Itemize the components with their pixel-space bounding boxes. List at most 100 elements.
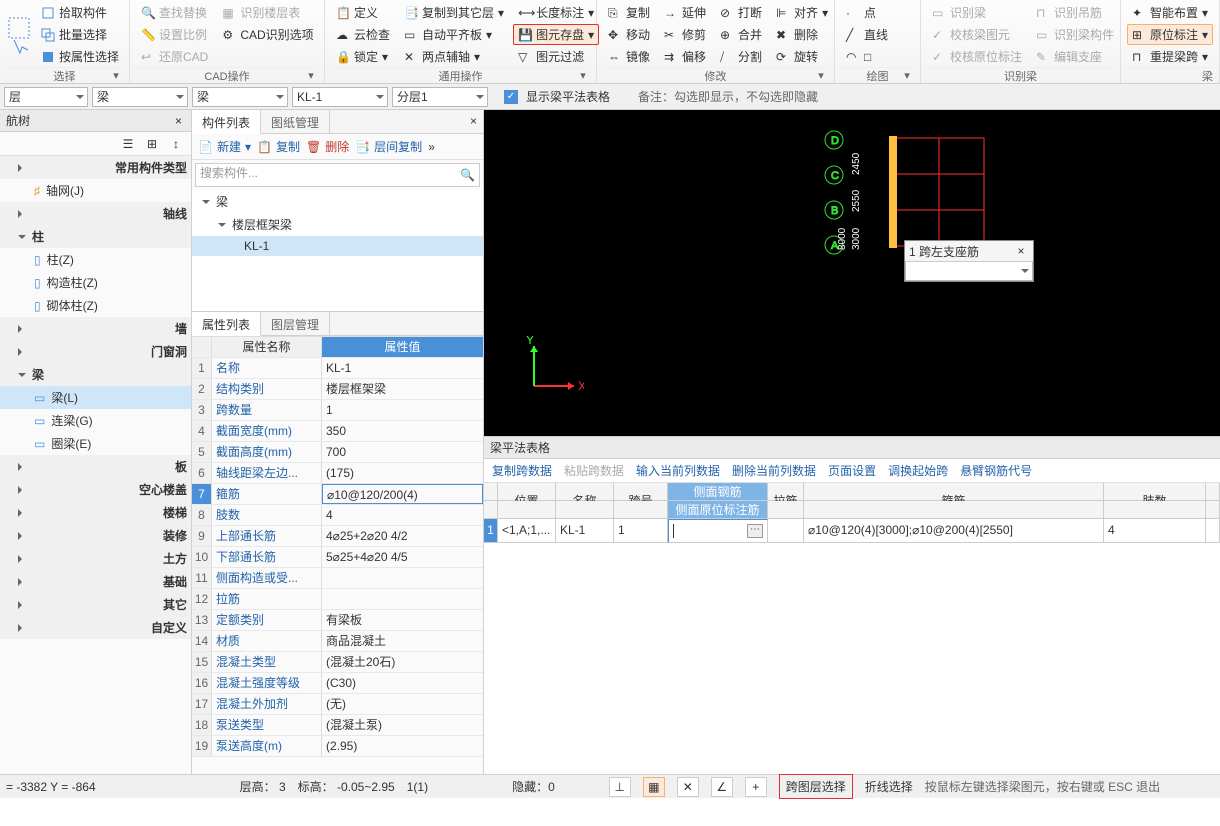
search-icon[interactable]: 🔍 <box>460 168 475 182</box>
re-lift-span[interactable]: ⊓重提梁跨 ▾ <box>1127 46 1213 67</box>
bt-adj[interactable]: 调换起始跨 <box>888 462 948 479</box>
cross-icon[interactable]: ✕ <box>677 777 699 797</box>
auto-flat[interactable]: ▭自动平齐板 ▾ <box>399 24 509 45</box>
attr-select[interactable]: 按属性选择 <box>36 46 124 67</box>
edit-support[interactable]: ✎编辑支座 <box>1031 46 1119 67</box>
combo-type[interactable]: 梁 <box>192 87 288 107</box>
nav-beam[interactable]: 梁 <box>0 363 191 386</box>
length-dim[interactable]: ⟷长度标注 ▾ <box>513 2 599 23</box>
two-point-axis[interactable]: ✕两点辅轴 ▾ <box>399 46 509 67</box>
draw-line[interactable]: ╱直线 <box>841 24 893 45</box>
ellipsis-button[interactable]: ⋯ <box>747 524 763 538</box>
prop-row[interactable]: 16混凝土强度等级(C30) <box>192 673 483 694</box>
prop-row[interactable]: 11侧面构造或受... <box>192 568 483 589</box>
ident-hoist[interactable]: ⊓识别吊筋 <box>1031 2 1119 23</box>
ident-beam-comp[interactable]: ▭识别梁构件 <box>1031 24 1119 45</box>
prop-row[interactable]: 18泵送类型(混凝土泵) <box>192 715 483 736</box>
nav-hollow[interactable]: 空心楼盖 <box>0 478 191 501</box>
restore-cad[interactable]: ↩还原CAD <box>136 46 213 67</box>
new-button[interactable]: 📄 新建 ▾ <box>198 138 251 155</box>
close-icon[interactable]: × <box>464 110 483 133</box>
bt-paste[interactable]: 粘贴跨数据 <box>564 462 624 479</box>
plus-icon[interactable]: + <box>745 777 767 797</box>
align[interactable]: ⊫对齐 ▾ <box>771 2 833 23</box>
nav-grid[interactable]: ♯轴网(J) <box>0 179 191 202</box>
define[interactable]: 📋定义 <box>331 2 395 23</box>
floor-copy-button[interactable]: 📑 层间复制 <box>355 138 422 155</box>
filter-element[interactable]: ▽图元过滤 <box>513 46 599 67</box>
popup-combo[interactable] <box>905 261 1033 281</box>
comp-item[interactable]: KL-1 <box>192 236 483 256</box>
viewport[interactable]: XY D C B A 3000 2550 2450 8000 <box>484 110 1220 436</box>
cloud-check[interactable]: ☁云检查 <box>331 24 395 45</box>
nav-beam-lg[interactable]: ▭连梁(G) <box>0 409 191 432</box>
check-beam-elem[interactable]: ✓校核梁图元 <box>927 24 1027 45</box>
editing-cell[interactable]: ⋯ <box>668 519 768 543</box>
prop-row[interactable]: 3跨数量1 <box>192 400 483 421</box>
tab-prop-list[interactable]: 属性列表 <box>192 312 261 336</box>
nav-col-qz[interactable]: ▯砌体柱(Z) <box>0 294 191 317</box>
prop-row[interactable]: 17混凝土外加剂(无) <box>192 694 483 715</box>
nav-common[interactable]: 常用构件类型 <box>0 156 191 179</box>
prop-row[interactable]: 6轴线距梁左边...(175) <box>192 463 483 484</box>
tree-view-icon[interactable]: ⊞ <box>141 134 163 154</box>
nav-earth[interactable]: 土方 <box>0 547 191 570</box>
offset[interactable]: ⇉偏移 <box>659 46 711 67</box>
prop-row[interactable]: 12拉筋 <box>192 589 483 610</box>
nav-axis[interactable]: 轴线 <box>0 202 191 225</box>
prop-row[interactable]: 19泵送高度(m)(2.95) <box>192 736 483 757</box>
copy[interactable]: ⎘复制 <box>603 2 655 23</box>
bt-code[interactable]: 悬臂钢筋代号 <box>960 462 1032 479</box>
draw-arc[interactable]: ◠□ <box>841 46 893 67</box>
nav-col-gz[interactable]: ▯构造柱(Z) <box>0 271 191 294</box>
prop-row[interactable]: 7箍筋⌀10@120/200(4) <box>192 484 483 505</box>
combo-component[interactable]: KL-1 <box>292 87 388 107</box>
tab-drawing-mgmt[interactable]: 图纸管理 <box>261 110 330 133</box>
search-input[interactable]: 搜索构件...🔍 <box>195 163 480 187</box>
nav-beam-l[interactable]: ▭梁(L) <box>0 386 191 409</box>
list-view-icon[interactable]: ☰ <box>117 134 139 154</box>
expand-icon[interactable]: ↕ <box>165 134 187 154</box>
combo-category[interactable]: 梁 <box>92 87 188 107</box>
check-orig[interactable]: ✓校核原位标注 <box>927 46 1027 67</box>
close-icon[interactable]: × <box>1013 244 1029 258</box>
move[interactable]: ✥移动 <box>603 24 655 45</box>
batch-select[interactable]: 批量选择 <box>36 24 124 45</box>
nav-found[interactable]: 基础 <box>0 570 191 593</box>
delete[interactable]: ✖删除 <box>771 24 833 45</box>
rotate[interactable]: ⟳旋转 <box>771 46 833 67</box>
bt-del[interactable]: 删除当前列数据 <box>732 462 816 479</box>
set-scale[interactable]: 📏设置比例 <box>136 24 213 45</box>
extend[interactable]: →延伸 <box>659 2 711 23</box>
grid-icon[interactable]: ▦ <box>643 777 665 797</box>
prop-row[interactable]: 13定额类别有梁板 <box>192 610 483 631</box>
prop-row[interactable]: 15混凝土类型(混凝土20石) <box>192 652 483 673</box>
smart-layout[interactable]: ✦智能布置 ▾ <box>1127 2 1213 23</box>
nav-col-z[interactable]: ▯柱(Z) <box>0 248 191 271</box>
nav-opening[interactable]: 门窗洞 <box>0 340 191 363</box>
pick-component[interactable]: 拾取构件 <box>36 2 124 23</box>
nav-column[interactable]: 柱 <box>0 225 191 248</box>
snap-icon[interactable]: ⊥ <box>609 777 631 797</box>
break[interactable]: ⊘打断 <box>715 2 767 23</box>
comp-root[interactable]: 梁 <box>192 190 483 213</box>
delete-button[interactable]: 🗑 删除 <box>306 138 349 155</box>
nav-custom[interactable]: 自定义 <box>0 616 191 639</box>
nav-beam-qe[interactable]: ▭圈梁(E) <box>0 432 191 455</box>
comp-type[interactable]: 楼层框架梁 <box>192 213 483 236</box>
split[interactable]: ⧸分割 <box>715 46 767 67</box>
tab-component-list[interactable]: 构件列表 <box>192 110 261 134</box>
mirror[interactable]: ⇔镜像 <box>603 46 655 67</box>
prop-row[interactable]: 9上部通长筋4⌀25+2⌀20 4/2 <box>192 526 483 547</box>
find-replace[interactable]: 🔍查找替换 <box>136 2 213 23</box>
ident-beam[interactable]: ▭识别梁 <box>927 2 1027 23</box>
prop-row[interactable]: 5截面高度(mm)700 <box>192 442 483 463</box>
nav-wall[interactable]: 墙 <box>0 317 191 340</box>
copy-other-layer[interactable]: 📑复制到其它层 ▾ <box>399 2 509 23</box>
prop-row[interactable]: 4截面宽度(mm)350 <box>192 421 483 442</box>
polyline-select[interactable]: 折线选择 <box>865 778 913 795</box>
prop-row[interactable]: 1名称KL-1 <box>192 358 483 379</box>
copy-button[interactable]: 📋 复制 <box>257 138 300 155</box>
show-beam-table-checkbox[interactable] <box>504 90 518 104</box>
prop-row[interactable]: 2结构类别楼层框架梁 <box>192 379 483 400</box>
